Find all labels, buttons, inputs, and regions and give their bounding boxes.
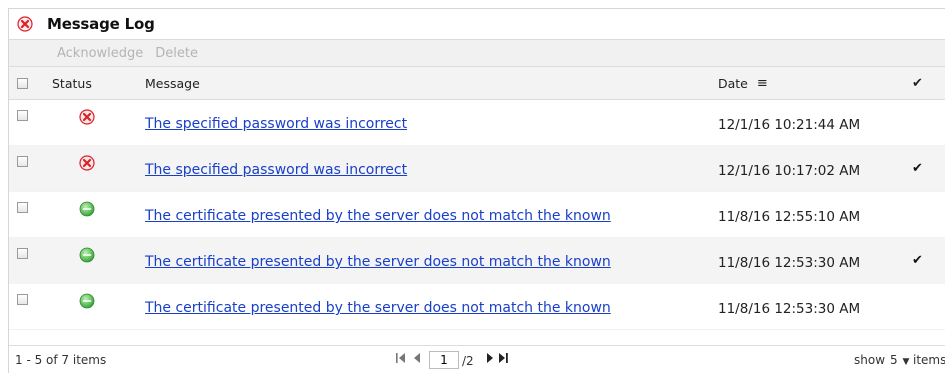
message-link[interactable]: The certificate presented by the server … xyxy=(145,300,611,316)
row-checkbox-wrap[interactable] xyxy=(17,109,28,125)
row-checkbox-wrap[interactable] xyxy=(17,155,28,171)
page-number-input[interactable] xyxy=(429,351,459,369)
message-link[interactable]: The certificate presented by the server … xyxy=(145,254,611,270)
page-size-select[interactable]: 5 ▼ xyxy=(890,353,909,367)
row-checkbox[interactable] xyxy=(17,202,28,213)
toolbar: Acknowledge Delete xyxy=(9,40,945,67)
page-title: Message Log xyxy=(47,15,155,33)
pager-footer: 1 - 5 of 7 items /2 show 5 ▼ items xyxy=(9,345,945,373)
table-row[interactable]: The certificate presented by the server … xyxy=(9,238,945,284)
ok-green-icon xyxy=(79,293,95,309)
row-checkbox-wrap[interactable] xyxy=(17,201,28,217)
message-date: 11/8/16 12:53:30 AM xyxy=(718,255,861,271)
items-summary: 1 - 5 of 7 items xyxy=(15,353,107,367)
first-page-icon[interactable] xyxy=(396,352,406,367)
table-row[interactable]: The certificate presented by the server … xyxy=(9,284,945,330)
acknowledge-button[interactable]: Acknowledge xyxy=(57,46,143,61)
message-date: 11/8/16 12:55:10 AM xyxy=(718,209,861,225)
table-row[interactable]: The specified password was incorrect 12/… xyxy=(9,146,945,192)
column-header-ack[interactable]: ✔ xyxy=(912,67,923,99)
message-date: 11/8/16 12:53:30 AM xyxy=(718,301,861,317)
table-row[interactable]: The specified password was incorrect 12/… xyxy=(9,100,945,146)
sort-icon[interactable]: ≡ xyxy=(757,76,768,91)
message-link[interactable]: The specified password was incorrect xyxy=(145,116,407,132)
prev-page-icon[interactable] xyxy=(413,352,421,367)
acknowledged-check: ✔ xyxy=(912,161,923,176)
error-x-icon xyxy=(79,155,95,171)
row-checkbox[interactable] xyxy=(17,156,28,167)
column-header-date[interactable]: Date ≡ xyxy=(718,67,768,99)
message-date: 12/1/16 10:17:02 AM xyxy=(718,163,861,179)
title-bar: Message Log xyxy=(9,9,945,40)
row-checkbox[interactable] xyxy=(17,294,28,305)
total-pages: /2 xyxy=(462,354,474,368)
acknowledged-check: ✔ xyxy=(912,253,923,268)
next-page-icon[interactable] xyxy=(486,352,494,367)
select-all-checkbox-wrap[interactable] xyxy=(17,67,28,99)
message-log-panel: Message Log Acknowledge Delete Status Me… xyxy=(8,8,945,373)
message-link[interactable]: The specified password was incorrect xyxy=(145,162,407,178)
page-size-value: 5 xyxy=(890,353,898,367)
row-checkbox-wrap[interactable] xyxy=(17,247,28,263)
table-row[interactable]: The certificate presented by the server … xyxy=(9,192,945,238)
show-label: show xyxy=(854,353,886,367)
column-header-message[interactable]: Message xyxy=(145,67,200,99)
row-checkbox[interactable] xyxy=(17,248,28,259)
chevron-down-icon[interactable]: ▼ xyxy=(902,357,909,367)
column-header-date-label: Date xyxy=(718,75,748,91)
select-all-checkbox[interactable] xyxy=(17,77,28,89)
table-header: Status Message Date ≡ ✔ xyxy=(9,67,945,100)
delete-button[interactable]: Delete xyxy=(155,46,198,61)
items-label: items xyxy=(913,353,945,367)
row-checkbox[interactable] xyxy=(17,110,28,121)
row-checkbox-wrap[interactable] xyxy=(17,293,28,309)
ok-green-icon xyxy=(79,247,95,263)
message-date: 12/1/16 10:21:44 AM xyxy=(718,117,861,133)
error-x-icon xyxy=(17,16,33,32)
table-body: The specified password was incorrect 12/… xyxy=(9,100,945,330)
last-page-icon[interactable] xyxy=(498,352,508,367)
message-link[interactable]: The certificate presented by the server … xyxy=(145,208,611,224)
ok-green-icon xyxy=(79,201,95,217)
column-header-status[interactable]: Status xyxy=(52,67,92,99)
error-x-icon xyxy=(79,109,95,125)
